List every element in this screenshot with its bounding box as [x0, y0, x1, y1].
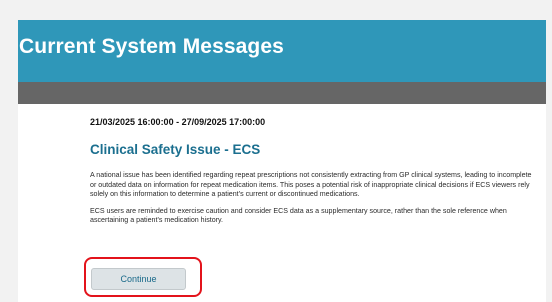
continue-button[interactable]: Continue: [91, 268, 186, 290]
message-paragraph: A national issue has been identified reg…: [90, 171, 532, 199]
page-title: Current System Messages: [19, 35, 284, 58]
message-date-range: 21/03/2025 16:00:00 - 27/09/2025 17:00:0…: [90, 117, 266, 127]
page: Current System Messages 21/03/2025 16:00…: [0, 0, 552, 302]
header-band: Current System Messages: [18, 20, 546, 82]
grey-divider-bar: [18, 82, 546, 104]
message-body: A national issue has been identified reg…: [90, 171, 535, 233]
message-paragraph: ECS users are reminded to exercise cauti…: [90, 206, 507, 225]
message-title: Clinical Safety Issue - ECS: [90, 142, 261, 157]
